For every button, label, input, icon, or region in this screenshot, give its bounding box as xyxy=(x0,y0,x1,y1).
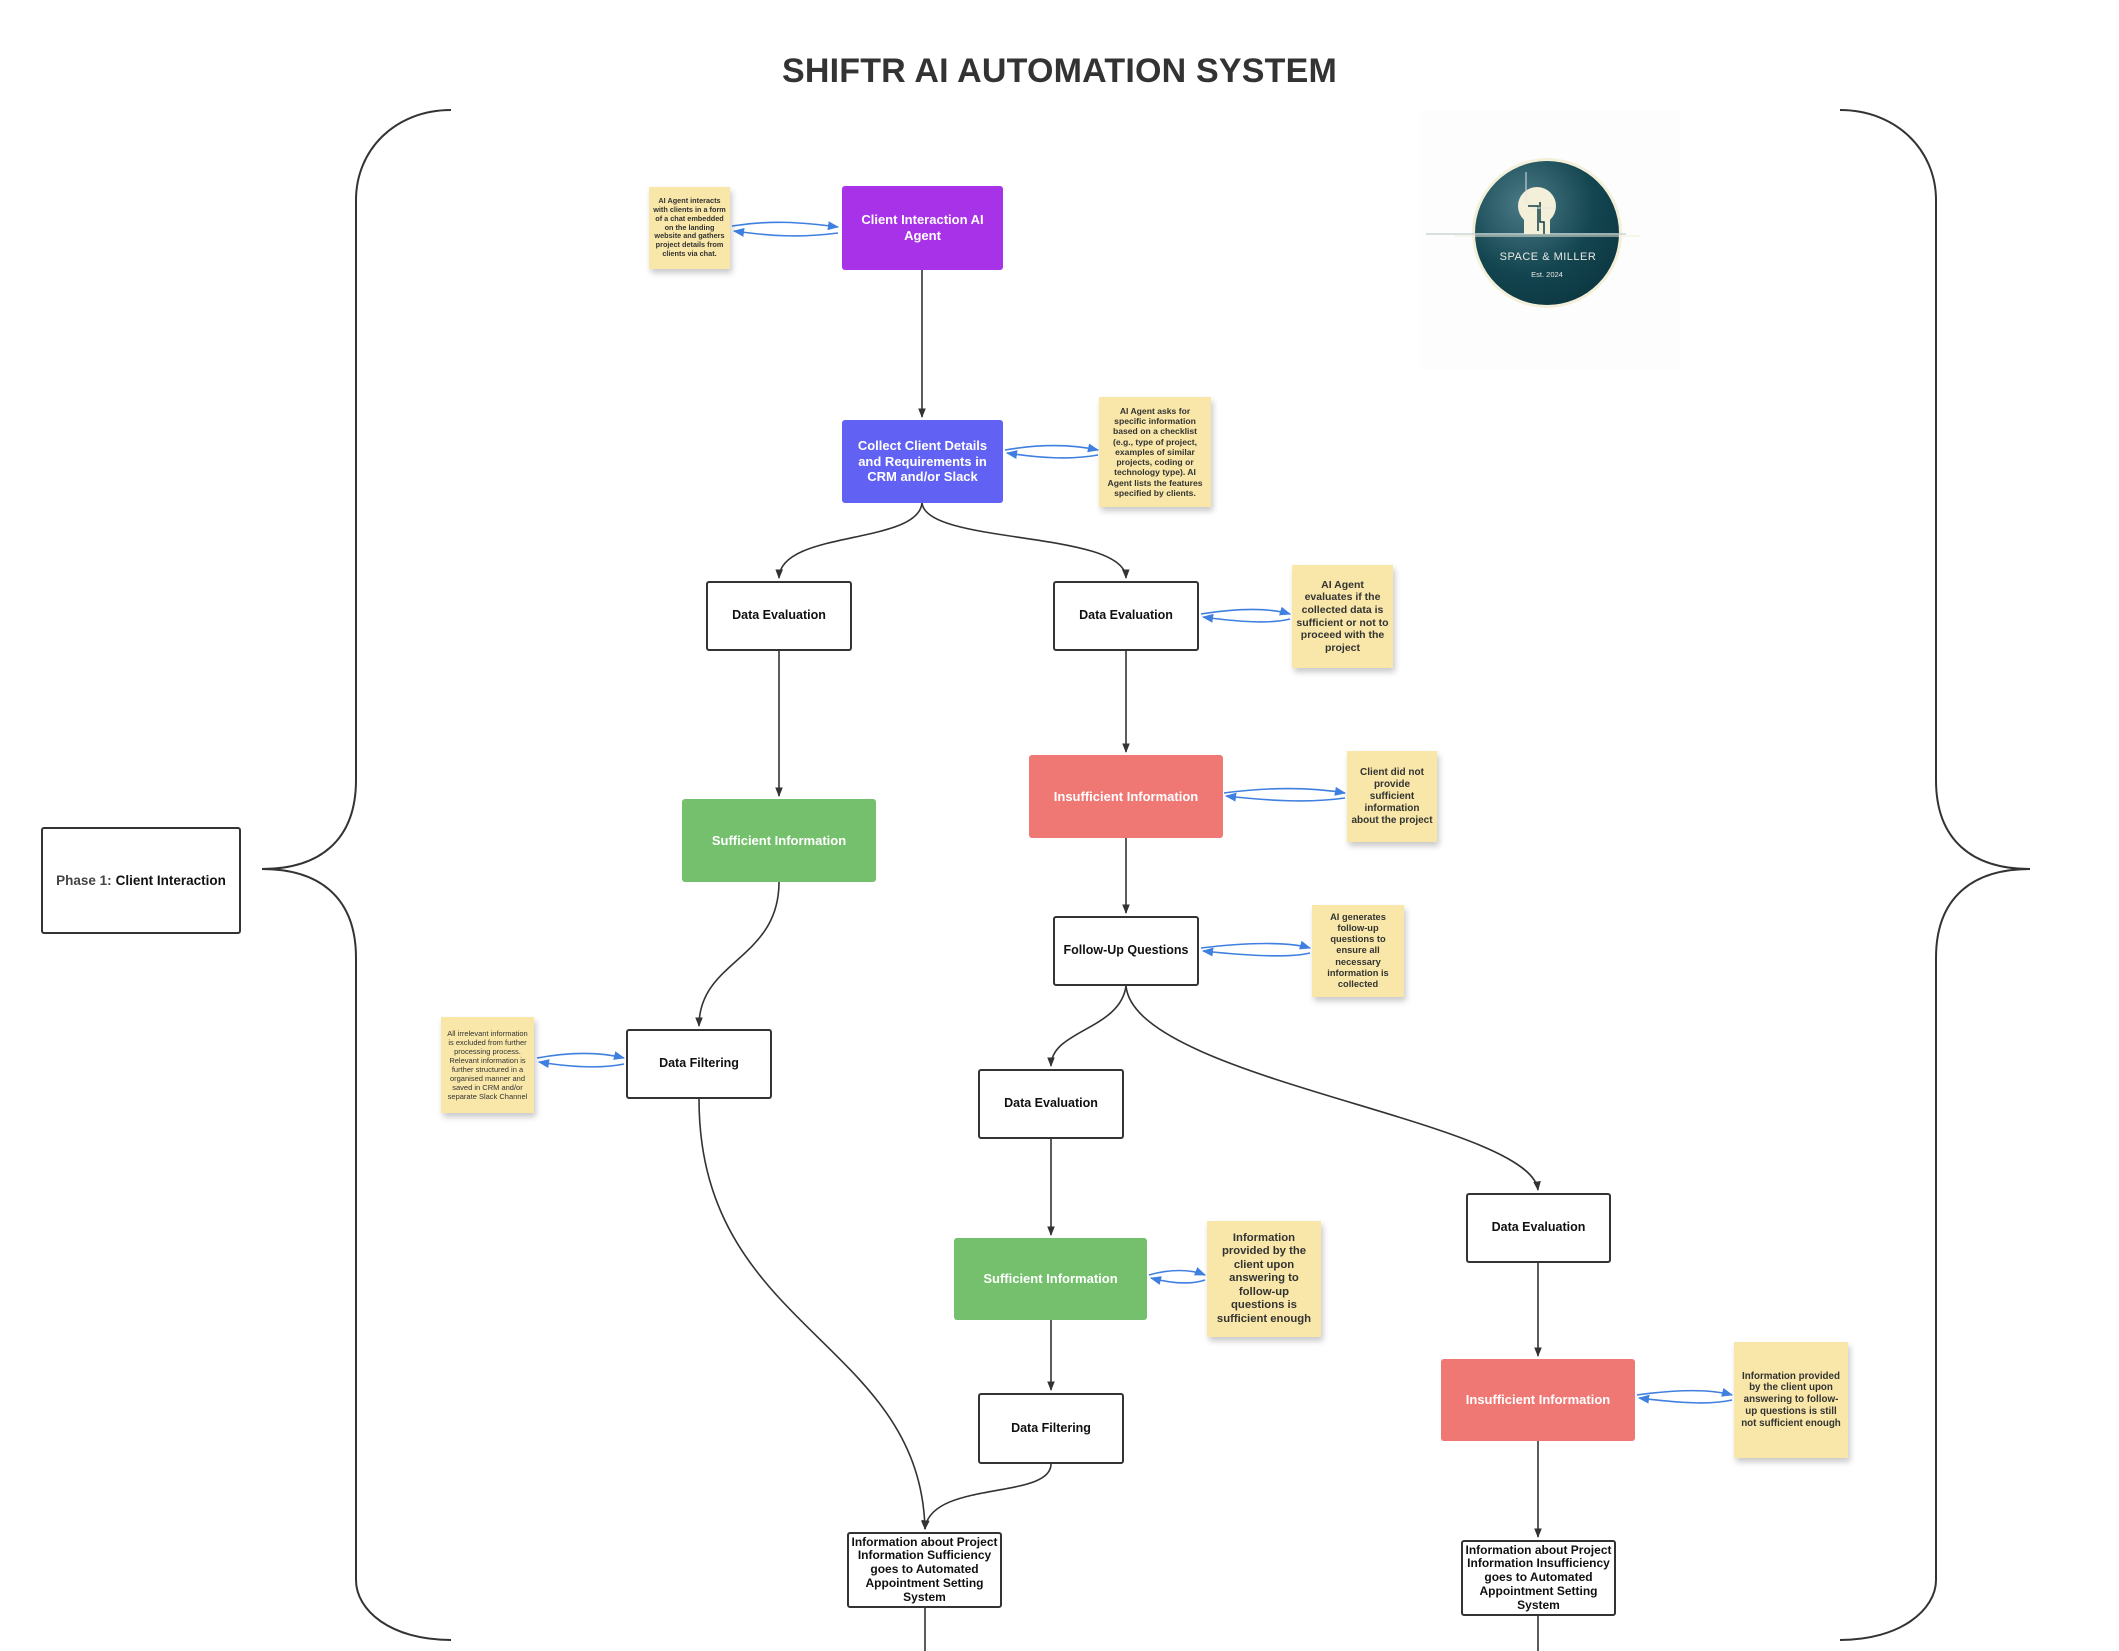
connector-collect-to-eval-left xyxy=(775,502,923,579)
note-evaluates[interactable]: AI Agent evaluates if the collected data… xyxy=(1292,565,1393,668)
note-filtering[interactable]: All irrelevant information is excluded f… xyxy=(441,1017,534,1113)
feedback-loop-eval-back xyxy=(1201,613,1291,623)
node-sufficient-information-mid[interactable]: Sufficient Information xyxy=(954,1238,1147,1320)
node-client-interaction-agent[interactable]: Client Interaction AI Agent xyxy=(842,186,1003,270)
feedback-loop-eval xyxy=(1200,606,1292,616)
feedback-loop-agent xyxy=(731,221,840,231)
feedback-loop-collect-back xyxy=(1005,450,1099,459)
connector-collect-to-eval-right xyxy=(921,502,1130,579)
feedback-loop-sufficient-mid xyxy=(1148,1267,1207,1276)
feedback-loop-insufficient xyxy=(1223,786,1347,796)
feedback-loop-sufficient-mid-back xyxy=(1149,1276,1206,1285)
phase-label[interactable]: Phase 1: Client Interaction xyxy=(41,827,241,934)
connector-followup-to-eval-far-right xyxy=(1125,985,1541,1191)
node-info-insufficiency[interactable]: Information about Project Information In… xyxy=(1461,1540,1616,1616)
phase-name: Client Interaction xyxy=(115,873,226,888)
node-data-evaluation-right[interactable]: Data Evaluation xyxy=(1053,581,1199,651)
logo-brand: SPACE & MILLER xyxy=(1500,251,1597,263)
note-not-provided[interactable]: Client did not provide sufficient inform… xyxy=(1347,751,1437,842)
feedback-loop-filter-back xyxy=(537,1059,625,1069)
node-data-evaluation-mid[interactable]: Data Evaluation xyxy=(978,1069,1124,1139)
feedback-loop-insufficient-far-back xyxy=(1637,1394,1733,1404)
phase-prefix: Phase 1: xyxy=(56,873,112,888)
node-data-filtering-mid[interactable]: Data Filtering xyxy=(978,1393,1124,1464)
company-logo: SPACE & MILLER Est. 2024 xyxy=(1420,110,1680,370)
logo-established: Est. 2024 xyxy=(1531,270,1563,279)
left-brace xyxy=(261,109,452,1641)
feedback-loop-followup-back xyxy=(1201,947,1311,957)
node-data-filtering-left[interactable]: Data Filtering xyxy=(626,1029,772,1099)
node-insufficient-information-far-right[interactable]: Insufficient Information xyxy=(1441,1359,1635,1441)
node-data-evaluation-left[interactable]: Data Evaluation xyxy=(706,581,852,651)
feedback-loop-collect xyxy=(1004,443,1100,453)
note-insufficient-after[interactable]: Information provided by the client upon … xyxy=(1734,1342,1848,1458)
node-collect-client-details[interactable]: Collect Client Details and Requirements … xyxy=(842,420,1003,503)
note-checklist[interactable]: AI Agent asks for specific information b… xyxy=(1099,397,1211,507)
node-insufficient-information-right[interactable]: Insufficient Information xyxy=(1029,755,1223,838)
note-follow-up[interactable]: AI generates follow-up questions to ensu… xyxy=(1312,905,1404,997)
connector-followup-to-eval-mid xyxy=(1047,985,1127,1067)
node-info-sufficiency[interactable]: Information about Project Information Su… xyxy=(847,1532,1002,1608)
page-title: SHIFTR AI AUTOMATION SYSTEM xyxy=(781,52,1338,90)
node-follow-up-questions[interactable]: Follow-Up Questions xyxy=(1053,916,1199,986)
connector-filter-left-to-info xyxy=(698,1098,929,1530)
node-data-evaluation-far-right[interactable]: Data Evaluation xyxy=(1466,1193,1611,1263)
right-brace xyxy=(1839,109,2031,1641)
feedback-loop-agent-back xyxy=(732,227,839,237)
note-chat-agent[interactable]: AI Agent interacts with clients in a for… xyxy=(649,187,730,269)
note-sufficient-after[interactable]: Information provided by the client upon … xyxy=(1207,1221,1321,1337)
connector-sufficient-to-filter xyxy=(695,881,780,1027)
feedback-loop-filter xyxy=(536,1051,626,1060)
feedback-loop-insufficient-back xyxy=(1224,792,1346,802)
node-sufficient-information-left[interactable]: Sufficient Information xyxy=(682,799,876,882)
feedback-loop-insufficient-far xyxy=(1636,1388,1734,1397)
connector-filter-mid-to-info xyxy=(922,1463,1052,1530)
feedback-loop-followup xyxy=(1200,940,1312,950)
